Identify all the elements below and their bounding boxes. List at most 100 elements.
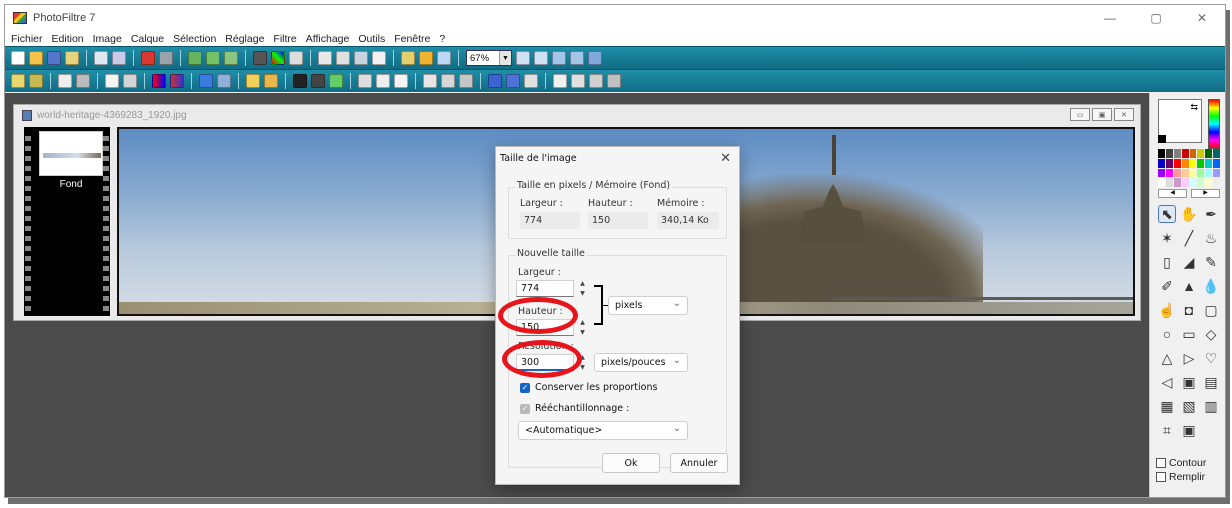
size-icon[interactable] [289, 51, 303, 65]
width-stepper[interactable]: ▲ ▼ [578, 280, 587, 297]
fill-tool-icon[interactable]: ♨ [1202, 229, 1220, 247]
clone-tool-icon[interactable]: ◘ [1180, 301, 1198, 319]
lasso-shape-icon[interactable]: ♡ [1202, 349, 1220, 367]
menu-affichage[interactable]: Affichage [306, 33, 350, 45]
ellipse-shape-icon[interactable]: ○ [1158, 325, 1176, 343]
contour-checkbox[interactable]: Contour [1156, 457, 1206, 469]
doc-minimize-button[interactable]: ▭ [1070, 108, 1090, 121]
zoom-select[interactable]: 67% ▼ [466, 50, 512, 66]
gamma-down-icon[interactable] [123, 74, 137, 88]
resample-checkbox[interactable]: ✓ Rééchantillonnage : [520, 403, 629, 414]
ok-button[interactable]: Ok [602, 453, 660, 473]
contrast-up-icon[interactable] [58, 74, 72, 88]
brightness-down-icon[interactable] [29, 74, 43, 88]
menu-filtre[interactable]: Filtre [273, 33, 296, 45]
grayscale-icon[interactable] [293, 74, 307, 88]
new-width-input[interactable]: 774 [516, 280, 574, 297]
crop-frame-icon[interactable]: ⌗ [1158, 421, 1176, 439]
fullscreen-icon[interactable] [588, 51, 602, 65]
canvas-icon[interactable] [253, 51, 267, 65]
doc-close-button[interactable]: ✕ [1114, 108, 1134, 121]
sepia-icon[interactable] [311, 74, 325, 88]
brush-tool-icon[interactable]: ✎ [1202, 253, 1220, 271]
transform-icon[interactable] [488, 74, 502, 88]
doc-maximize-button[interactable]: ▣ [1092, 108, 1112, 121]
text-icon[interactable] [372, 51, 386, 65]
menu-selection[interactable]: Sélection [173, 33, 216, 45]
triangle-shape-icon[interactable]: △ [1158, 349, 1176, 367]
grid-icon[interactable] [524, 74, 538, 88]
histogram-icon[interactable] [217, 74, 231, 88]
blur-tool-icon[interactable]: 💧 [1202, 277, 1220, 295]
resolution-unit-select[interactable]: pixels/pouces ⌄ [594, 353, 688, 372]
minimize-button[interactable]: — [1087, 5, 1133, 31]
batch-icon[interactable] [607, 74, 621, 88]
unit-select[interactable]: pixels ⌄ [608, 296, 688, 315]
ratio-43-icon[interactable]: ▦ [1158, 397, 1176, 415]
cancel-button[interactable]: Annuler [670, 453, 728, 473]
spray-tool-icon[interactable]: ▯ [1158, 253, 1176, 271]
script-icon[interactable] [589, 74, 603, 88]
flip-icon[interactable] [423, 74, 437, 88]
auto-levels-icon[interactable] [246, 74, 260, 88]
actual-size-icon[interactable] [570, 51, 584, 65]
blur-icon[interactable] [358, 74, 372, 88]
duplicate-icon[interactable] [318, 51, 332, 65]
auto-contrast-icon[interactable] [264, 74, 278, 88]
pointer-tool-icon[interactable]: ⬉ [1158, 205, 1176, 223]
levels-icon[interactable] [199, 74, 213, 88]
eraser-tool-icon[interactable]: ◢ [1180, 253, 1198, 271]
menu-image[interactable]: Image [93, 33, 122, 45]
menu-outils[interactable]: Outils [358, 33, 385, 45]
hue-bar[interactable] [1208, 99, 1220, 149]
rectangle-shape-icon[interactable]: ▢ [1202, 301, 1220, 319]
advanced-brush-tool-icon[interactable]: ✐ [1158, 277, 1176, 295]
close-window-button[interactable]: ✕ [1179, 5, 1225, 31]
brightness-up-icon[interactable] [11, 74, 25, 88]
diamond-shape-icon[interactable]: ◇ [1202, 325, 1220, 343]
dialog-close-button[interactable]: ✕ [720, 151, 731, 166]
color-palette[interactable] [1158, 149, 1220, 187]
mirror-icon[interactable] [441, 74, 455, 88]
ratio-32-icon[interactable]: ▧ [1180, 397, 1198, 415]
rotate-icon[interactable] [459, 74, 473, 88]
browser-icon[interactable] [437, 51, 451, 65]
paste-new-icon[interactable] [224, 51, 238, 65]
align-icon[interactable]: ▤ [1202, 373, 1220, 391]
zoom-in-icon[interactable] [516, 51, 530, 65]
menu-fenetre[interactable]: Fenêtre [394, 33, 430, 45]
selection-icon[interactable] [354, 51, 368, 65]
perspective-icon[interactable] [506, 74, 520, 88]
eyedropper-tool-icon[interactable]: ✒ [1202, 205, 1220, 223]
window-frame-icon[interactable]: ▣ [1180, 421, 1198, 439]
effect-icon[interactable] [419, 51, 433, 65]
redo-icon[interactable] [159, 51, 173, 65]
resample-mode-select[interactable]: <Automatique> ⌄ [518, 421, 688, 440]
keep-proportions-checkbox[interactable]: ✓ Conserver les proportions [520, 382, 657, 393]
saturation-up-icon[interactable] [152, 74, 166, 88]
print-icon[interactable] [94, 51, 108, 65]
stamp-tool-icon[interactable]: ▲ [1180, 277, 1198, 295]
contrast-down-icon[interactable] [76, 74, 90, 88]
rounded-rect-shape-icon[interactable]: ▭ [1180, 325, 1198, 343]
zoom-out-icon[interactable] [534, 51, 548, 65]
saturation-down-icon[interactable] [170, 74, 184, 88]
scan-icon[interactable] [65, 51, 79, 65]
magic-wand-tool-icon[interactable]: ✶ [1158, 229, 1176, 247]
negative-icon[interactable] [329, 74, 343, 88]
color-icon[interactable] [271, 51, 285, 65]
menu-help[interactable]: ? [439, 33, 445, 45]
smudge-tool-icon[interactable]: ☝ [1158, 301, 1176, 319]
open-shape-icon[interactable]: ▣ [1180, 373, 1198, 391]
fill-checkbox[interactable]: Remplir [1156, 471, 1205, 483]
filter-icon[interactable] [401, 51, 415, 65]
open-file-icon[interactable] [29, 51, 43, 65]
merge-icon[interactable] [571, 74, 585, 88]
undo-icon[interactable] [141, 51, 155, 65]
paste-icon[interactable] [206, 51, 220, 65]
polygon-shape-icon[interactable]: ◁ [1158, 373, 1176, 391]
soften-icon[interactable] [376, 74, 390, 88]
new-file-icon[interactable] [11, 51, 25, 65]
menu-calque[interactable]: Calque [131, 33, 164, 45]
save-icon[interactable] [47, 51, 61, 65]
